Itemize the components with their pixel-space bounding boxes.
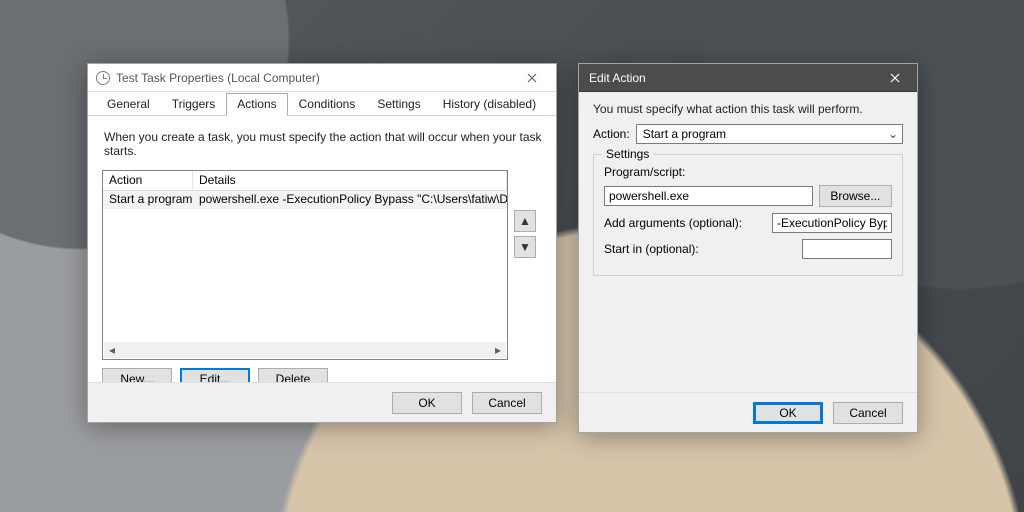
action-select[interactable]: Start a program ⌄	[636, 124, 903, 144]
tab-history[interactable]: History (disabled)	[432, 93, 547, 115]
cancel-button[interactable]: Cancel	[472, 392, 542, 414]
titlebar[interactable]: Edit Action	[579, 64, 917, 92]
args-input[interactable]	[772, 213, 892, 233]
col-details[interactable]: Details	[193, 171, 507, 190]
tab-conditions[interactable]: Conditions	[288, 93, 367, 115]
desktop: Test Task Properties (Local Computer) Ge…	[0, 0, 1024, 512]
tab-actions[interactable]: Actions	[226, 93, 287, 116]
startin-label: Start in (optional):	[604, 242, 699, 256]
startin-row: Start in (optional):	[604, 239, 892, 259]
tab-general[interactable]: General	[96, 93, 161, 115]
program-row: Browse...	[604, 185, 892, 207]
action-select-value: Start a program	[643, 127, 726, 141]
scroll-right-icon[interactable]: ▸	[490, 342, 506, 358]
titlebar[interactable]: Test Task Properties (Local Computer)	[88, 64, 556, 92]
action-label: Action:	[593, 127, 630, 141]
actions-hint: When you create a task, you must specify…	[104, 130, 542, 158]
list-header: Action Details	[103, 171, 507, 191]
actions-list-wrap: Action Details Start a program powershel…	[102, 170, 508, 360]
move-down-button[interactable]: ▼	[514, 236, 536, 258]
action-row[interactable]: Start a program powershell.exe -Executio…	[103, 191, 507, 209]
edit-action-window: Edit Action You must specify what action…	[578, 63, 918, 433]
tab-body: When you create a task, you must specify…	[88, 116, 556, 400]
args-label: Add arguments (optional):	[604, 216, 742, 230]
startin-input[interactable]	[802, 239, 892, 259]
actions-listview[interactable]: Action Details Start a program powershel…	[102, 170, 508, 360]
task-properties-window: Test Task Properties (Local Computer) Ge…	[87, 63, 557, 423]
reorder-buttons: ▲ ▼	[514, 210, 536, 258]
task-scheduler-icon	[96, 71, 110, 85]
description-text: You must specify what action this task w…	[593, 102, 903, 116]
h-scrollbar[interactable]: ◂ ▸	[104, 342, 506, 358]
scroll-track[interactable]	[120, 342, 490, 358]
chevron-down-icon: ▼	[519, 240, 531, 254]
dialog-body: You must specify what action this task w…	[579, 92, 917, 286]
close-icon[interactable]	[873, 64, 917, 92]
move-up-button[interactable]: ▲	[514, 210, 536, 232]
row-action: Start a program	[103, 191, 193, 209]
tab-settings[interactable]: Settings	[366, 93, 431, 115]
row-details: powershell.exe -ExecutionPolicy Bypass "…	[193, 191, 507, 209]
ok-button[interactable]: OK	[753, 402, 823, 424]
chevron-down-icon: ⌄	[888, 127, 898, 141]
chevron-up-icon: ▲	[519, 214, 531, 228]
scroll-left-icon[interactable]: ◂	[104, 342, 120, 358]
args-row: Add arguments (optional):	[604, 213, 892, 233]
window-title: Test Task Properties (Local Computer)	[116, 71, 514, 85]
ok-button[interactable]: OK	[392, 392, 462, 414]
window-title: Edit Action	[589, 71, 873, 85]
dialog-footer: OK Cancel	[579, 392, 917, 432]
action-row: Action: Start a program ⌄	[593, 124, 903, 144]
tab-triggers[interactable]: Triggers	[161, 93, 227, 115]
dialog-footer: OK Cancel	[88, 382, 556, 422]
browse-button[interactable]: Browse...	[819, 185, 892, 207]
settings-legend: Settings	[602, 147, 653, 161]
col-action[interactable]: Action	[103, 171, 193, 190]
close-icon[interactable]	[514, 68, 550, 88]
tab-strip: General Triggers Actions Conditions Sett…	[88, 92, 556, 116]
program-label: Program/script:	[604, 165, 892, 179]
cancel-button[interactable]: Cancel	[833, 402, 903, 424]
settings-fieldset: Settings Program/script: Browse... Add a…	[593, 154, 903, 276]
program-input[interactable]	[604, 186, 813, 206]
